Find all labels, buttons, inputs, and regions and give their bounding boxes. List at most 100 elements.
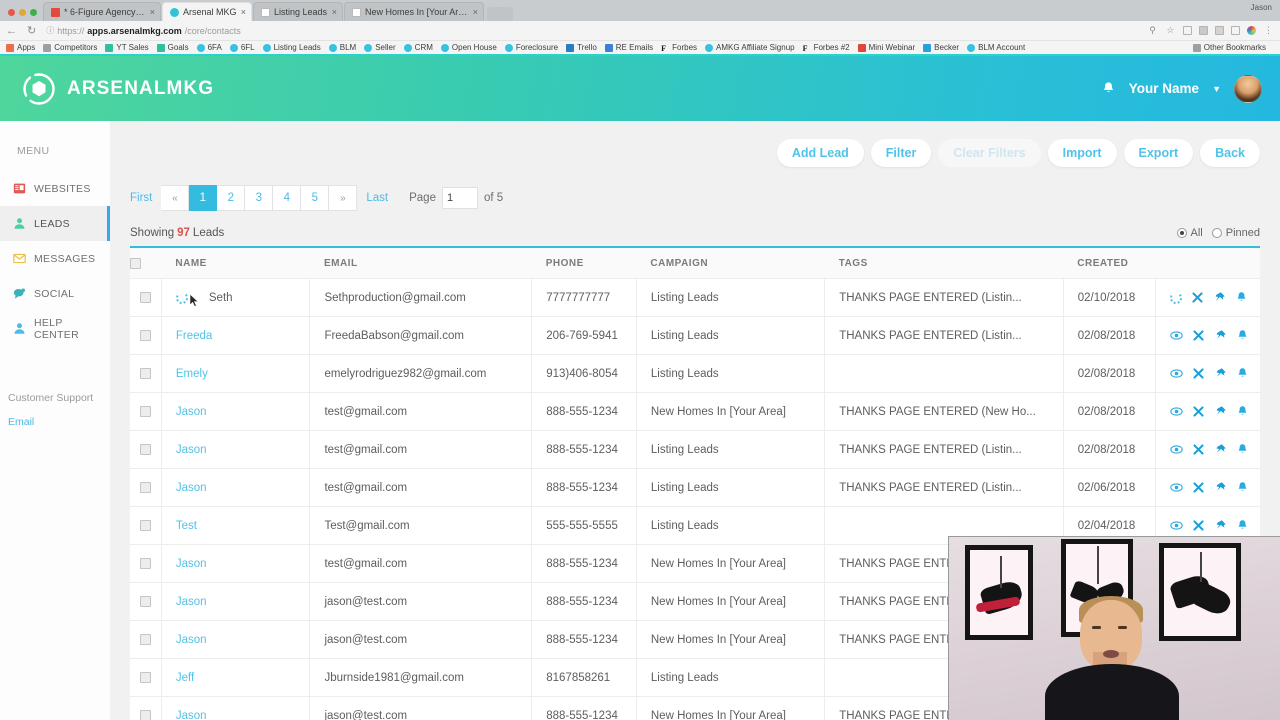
lead-name[interactable]: Emely bbox=[176, 368, 208, 380]
bookmark-item[interactable]: 6FA bbox=[196, 43, 222, 52]
other-bookmarks-button[interactable]: Other Bookmarks bbox=[1192, 43, 1266, 52]
select-all-checkbox[interactable] bbox=[130, 258, 141, 269]
extension-icon[interactable] bbox=[1199, 26, 1208, 35]
star-icon[interactable]: ☆ bbox=[1165, 25, 1176, 36]
bell-icon[interactable] bbox=[1236, 443, 1249, 456]
pin-icon[interactable] bbox=[1214, 443, 1227, 456]
row-checkbox[interactable] bbox=[139, 520, 151, 532]
add-lead-button[interactable]: Add Lead bbox=[776, 139, 864, 167]
browser-tab-2[interactable]: Arsenal MKG × bbox=[162, 2, 252, 21]
lead-name[interactable]: Jason bbox=[176, 710, 207, 720]
maximize-window-dot[interactable] bbox=[30, 9, 37, 16]
brand[interactable]: ARSENALMKG bbox=[22, 72, 214, 106]
row-checkbox[interactable] bbox=[139, 710, 151, 720]
pagination-first[interactable]: First bbox=[130, 192, 152, 204]
avatar[interactable] bbox=[1234, 74, 1262, 103]
pin-icon[interactable] bbox=[1214, 481, 1227, 494]
user-name-label[interactable]: Your Name bbox=[1129, 81, 1199, 96]
chevron-down-icon[interactable]: ▼ bbox=[1212, 84, 1221, 94]
support-email-link[interactable]: Email bbox=[8, 416, 110, 428]
bookmark-item[interactable]: Open House bbox=[440, 43, 497, 52]
pin-icon[interactable] bbox=[1214, 405, 1227, 418]
bookmark-item[interactable]: Mini Webinar bbox=[857, 43, 915, 52]
browser-tab-1[interactable]: * 6-Figure Agency YT Live To... × bbox=[43, 2, 161, 21]
row-checkbox[interactable] bbox=[139, 368, 151, 380]
pagination-last[interactable]: Last bbox=[366, 192, 388, 204]
window-controls[interactable] bbox=[4, 9, 43, 21]
bookmark-item[interactable]: Listing Leads bbox=[262, 43, 321, 52]
clear-filters-button[interactable]: Clear Filters bbox=[938, 139, 1041, 167]
bookmark-item[interactable]: BLM Account bbox=[967, 43, 1025, 52]
minimize-window-dot[interactable] bbox=[19, 9, 26, 16]
delete-x-icon[interactable] bbox=[1192, 443, 1205, 456]
colorpicker-icon[interactable] bbox=[1247, 26, 1256, 35]
bell-icon[interactable] bbox=[1236, 405, 1249, 418]
header-tags[interactable]: TAGS bbox=[824, 248, 1064, 280]
bookmark-item[interactable]: F Forbes #2 bbox=[803, 43, 850, 53]
pagination-page-3[interactable]: 3 bbox=[245, 185, 274, 211]
table-row[interactable]: Emely emelyrodriguez982@gmail.com 913)406-… bbox=[130, 354, 1260, 394]
notification-bell-icon[interactable] bbox=[1101, 81, 1116, 96]
close-icon[interactable]: × bbox=[473, 7, 478, 17]
lead-name[interactable]: Jason bbox=[176, 558, 207, 570]
export-button[interactable]: Export bbox=[1123, 139, 1194, 167]
close-icon[interactable]: × bbox=[332, 7, 337, 17]
radio-pinned-dot[interactable] bbox=[1211, 228, 1222, 238]
bookmark-item[interactable]: CRM bbox=[403, 43, 433, 52]
row-checkbox[interactable] bbox=[139, 406, 151, 418]
row-checkbox[interactable] bbox=[139, 444, 151, 456]
table-row[interactable]: Jason test@gmail.com 888-555-1234 Listing L… bbox=[130, 468, 1260, 508]
radio-all-dot[interactable] bbox=[1176, 228, 1187, 238]
bookmark-item[interactable]: AMKG Affiliate Signup bbox=[705, 43, 795, 52]
view-eye-icon[interactable] bbox=[1170, 367, 1183, 380]
pagination-prev[interactable]: « bbox=[161, 185, 190, 211]
browser-tab-3[interactable]: Listing Leads × bbox=[253, 2, 343, 21]
bookmark-item[interactable]: 6FL bbox=[229, 43, 255, 52]
extension-icon[interactable] bbox=[1215, 26, 1224, 35]
view-eye-icon[interactable] bbox=[1170, 519, 1183, 532]
header-created[interactable]: CREATED bbox=[1063, 248, 1156, 280]
bell-icon[interactable] bbox=[1236, 367, 1249, 380]
table-row[interactable]: Jason test@gmail.com 888-555-1234 Listing L… bbox=[130, 430, 1260, 470]
lead-name[interactable]: Jason bbox=[176, 596, 207, 608]
table-row[interactable]: Freeda FreedaBabson@gmail.com 206-769-5941… bbox=[130, 316, 1260, 356]
lead-name[interactable]: Jason bbox=[176, 634, 207, 646]
bookmark-item[interactable]: Seller bbox=[364, 43, 396, 52]
bookmark-item[interactable]: RE Emails bbox=[604, 43, 653, 52]
extension-icon[interactable] bbox=[1183, 26, 1192, 35]
delete-x-icon[interactable] bbox=[1192, 481, 1205, 494]
bell-icon[interactable] bbox=[1236, 519, 1249, 532]
pagination-next[interactable]: » bbox=[329, 185, 358, 211]
header-name[interactable]: NAME bbox=[161, 248, 310, 280]
header-campaign[interactable]: CAMPAIGN bbox=[636, 248, 825, 280]
delete-x-icon[interactable] bbox=[1192, 329, 1205, 342]
bookmark-item[interactable]: Foreclosure bbox=[504, 43, 558, 52]
bookmark-item[interactable]: Competitors bbox=[43, 43, 97, 52]
page-number-input[interactable] bbox=[441, 187, 478, 209]
pagination-page-2[interactable]: 2 bbox=[217, 185, 246, 211]
table-row[interactable]: Seth Sethproduction@gmail.com 7777777777 Li… bbox=[130, 278, 1260, 318]
new-tab-button[interactable] bbox=[487, 7, 513, 21]
sidebar-item-help-center[interactable]: HELP CENTER bbox=[0, 311, 110, 346]
bell-icon[interactable] bbox=[1236, 329, 1249, 342]
bookmark-item[interactable]: YT Sales bbox=[105, 43, 149, 52]
pagination-page-1[interactable]: 1 bbox=[189, 185, 218, 211]
radio-pinned[interactable]: Pinned bbox=[1211, 227, 1260, 239]
lead-name[interactable]: Seth bbox=[209, 292, 233, 304]
lead-name[interactable]: Jason bbox=[176, 406, 207, 418]
sidebar-item-messages[interactable]: MESSAGES bbox=[0, 241, 110, 276]
view-eye-icon[interactable] bbox=[1170, 481, 1183, 494]
lead-name[interactable]: Test bbox=[176, 520, 197, 532]
delete-x-icon[interactable] bbox=[1192, 367, 1205, 380]
lead-name[interactable]: Jason bbox=[176, 444, 207, 456]
browser-profile-name[interactable]: Jason bbox=[1251, 3, 1272, 12]
close-icon[interactable]: × bbox=[241, 7, 246, 17]
search-icon[interactable]: ⚲ bbox=[1147, 25, 1158, 36]
delete-x-icon[interactable] bbox=[1192, 519, 1205, 532]
table-row[interactable]: Jason test@gmail.com 888-555-1234 New Homes… bbox=[130, 392, 1260, 432]
back-arrow-icon[interactable]: ← bbox=[6, 25, 17, 37]
delete-x-icon[interactable] bbox=[1192, 405, 1205, 418]
reload-icon[interactable]: ↻ bbox=[27, 24, 36, 37]
filter-button[interactable]: Filter bbox=[870, 139, 932, 167]
menu-kebab-icon[interactable]: ⋮ bbox=[1263, 25, 1274, 36]
